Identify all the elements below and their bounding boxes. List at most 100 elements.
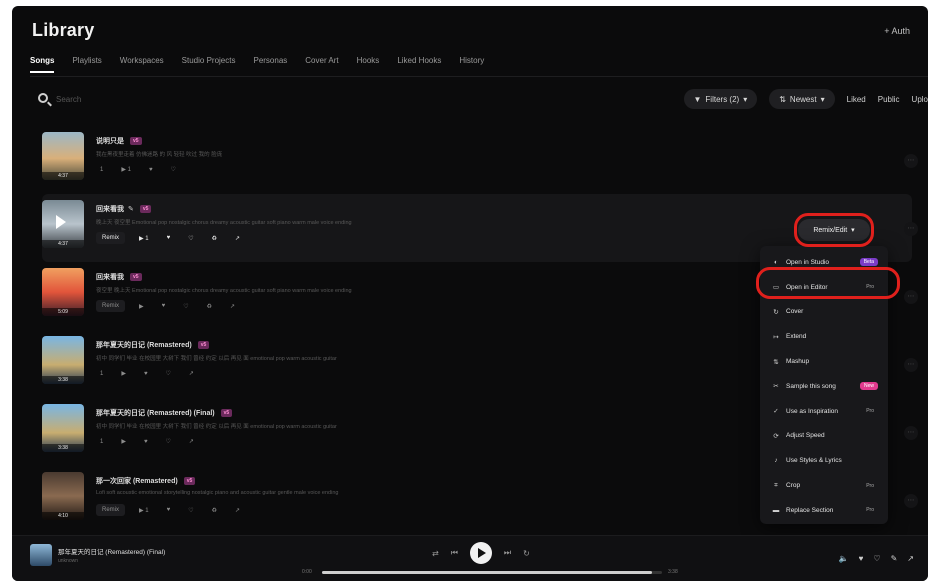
song-action-2[interactable]: ♥ [163, 233, 175, 243]
song-action-3[interactable]: ♡ [184, 505, 197, 516]
song-action-5[interactable]: ↗ [231, 233, 244, 244]
song-row[interactable]: 4:37 说明只是 v5 我在黑夜里走着 仿佛迷路 的 风 轻轻 吹过 我的 脸庞 1 ▶… [42, 126, 918, 194]
volume-icon[interactable]: 🔈 [839, 554, 849, 563]
song-action-1[interactable]: ▶ [135, 301, 148, 312]
more-options-icon[interactable]: ⋯ [904, 222, 918, 236]
song-cover[interactable]: 5:09 [42, 268, 84, 316]
song-action-3[interactable]: ♡ [167, 164, 180, 175]
menu-item-crop[interactable]: ⌗ Crop Pro [760, 473, 888, 498]
menu-item-tag: Pro [866, 507, 874, 514]
dislike-icon[interactable]: ♡ [873, 554, 880, 563]
song-action-3[interactable]: ♡ [179, 301, 192, 312]
comment-icon[interactable]: ✎ [891, 554, 898, 563]
auth-button[interactable]: + Auth [884, 26, 910, 36]
song-action-2[interactable]: ♥ [163, 505, 175, 515]
next-icon[interactable]: ⏭ [504, 548, 511, 558]
menu-item-mashup[interactable]: ⇅ Mashup [760, 349, 888, 374]
menu-item-styles[interactable]: ♪ Use Styles & Lyrics [760, 448, 888, 473]
song-action-4[interactable]: ↗ [185, 368, 198, 379]
now-playing-title[interactable]: 那年夏天的日记 (Remastered) (Final) [58, 546, 165, 556]
song-action-4[interactable]: ↗ [185, 436, 198, 447]
more-options-icon[interactable]: ⋯ [904, 358, 918, 372]
playback-controls: ⇄ ⏮ ⏭ ↻ [432, 542, 530, 564]
play-overlay-icon[interactable] [56, 215, 66, 229]
song-action-0[interactable]: Remix [96, 232, 126, 244]
song-action-0[interactable]: 1 [96, 437, 107, 447]
tab-2[interactable]: Workspaces [120, 56, 164, 73]
progress-bar[interactable] [322, 571, 662, 574]
song-action-2[interactable]: ♥ [158, 301, 170, 311]
song-action-0[interactable]: Remix [96, 300, 126, 312]
menu-item-label: Adjust Speed [786, 432, 825, 440]
song-action-1[interactable]: ▶ 1 [135, 233, 153, 244]
tab-5[interactable]: Cover Art [305, 56, 338, 73]
song-title[interactable]: 说明只是 [96, 138, 124, 145]
like-icon[interactable]: ♥ [859, 554, 864, 563]
tab-4[interactable]: Personas [253, 56, 287, 73]
filter-uploads[interactable]: Uplo [912, 95, 928, 104]
song-action-0[interactable]: 1 [96, 165, 107, 175]
play-button[interactable] [469, 542, 492, 564]
song-title[interactable]: 回来看我 [96, 206, 124, 213]
song-title[interactable]: 回来看我 [96, 274, 124, 281]
song-action-5[interactable]: ↗ [226, 301, 239, 312]
song-action-1[interactable]: ▶ 1 [135, 505, 153, 516]
tab-3[interactable]: Studio Projects [182, 56, 236, 73]
song-cover[interactable]: 4:37 [42, 200, 84, 248]
menu-item-sample[interactable]: ✂ Sample this song New [760, 374, 888, 399]
more-options-icon[interactable]: ⋯ [904, 154, 918, 168]
filter-public[interactable]: Public [878, 95, 900, 104]
menu-item-replace[interactable]: ▬ Replace Section Pro [760, 498, 888, 523]
song-duration: 4:37 [42, 240, 84, 248]
song-action-3[interactable]: ♡ [184, 233, 197, 244]
song-action-5[interactable]: ↗ [231, 505, 244, 516]
song-action-3[interactable]: ♡ [162, 436, 175, 447]
song-cover[interactable]: 4:37 [42, 132, 84, 180]
song-title[interactable]: 那年夏天的日记 (Remastered) [96, 342, 192, 349]
song-action-1[interactable]: ▶ 1 [117, 164, 135, 175]
tab-1[interactable]: Playlists [72, 56, 101, 73]
song-title[interactable]: 那年夏天的日记 (Remastered) (Final) [96, 410, 215, 417]
menu-item-cover[interactable]: ↻ Cover [760, 300, 888, 325]
song-action-1[interactable]: ▶ [117, 436, 130, 447]
more-options-icon[interactable]: ⋯ [904, 290, 918, 304]
tab-0[interactable]: Songs [30, 56, 55, 73]
now-playing-cover[interactable] [30, 544, 52, 566]
song-action-2[interactable]: ♥ [145, 165, 157, 175]
tab-6[interactable]: Hooks [357, 56, 380, 73]
search-input[interactable] [56, 91, 256, 107]
edit-title-icon[interactable]: ✎ [128, 205, 134, 213]
menu-item-speed[interactable]: ⟳ Adjust Speed [760, 424, 888, 449]
previous-icon[interactable]: ⏮ [451, 548, 458, 558]
filter-liked[interactable]: Liked [847, 95, 866, 104]
song-cover[interactable]: 3:38 [42, 336, 84, 384]
song-action-2[interactable]: ♥ [140, 369, 152, 379]
share-icon[interactable]: ↗ [907, 554, 914, 563]
song-cover[interactable]: 3:38 [42, 404, 84, 452]
song-action-0[interactable]: 1 [96, 369, 107, 379]
song-cover[interactable]: 4:10 [42, 472, 84, 520]
menu-item-extend[interactable]: ↦ Extend [760, 324, 888, 349]
filters-button[interactable]: ▼ Filters (2) ▾ [683, 89, 758, 109]
song-action-4[interactable]: ♻ [208, 233, 221, 244]
shuffle-icon[interactable]: ⇄ [432, 549, 439, 558]
more-options-icon[interactable]: ⋯ [904, 494, 918, 508]
menu-item-studio[interactable]: ◐ Open in Studio Beta [760, 250, 888, 275]
tab-7[interactable]: Liked Hooks [397, 56, 441, 73]
now-playing-artist[interactable]: unknown [58, 558, 78, 564]
song-action-1[interactable]: ▶ [117, 368, 130, 379]
song-action-4[interactable]: ♻ [208, 505, 221, 516]
remix-edit-button[interactable]: Remix/Edit ▾ [798, 219, 870, 241]
song-action-3[interactable]: ♡ [162, 368, 175, 379]
repeat-icon[interactable]: ↻ [523, 549, 530, 558]
app-window: Library + Auth Songs Playlists Workspaces S… [12, 6, 928, 581]
song-action-4[interactable]: ♻ [203, 301, 216, 312]
song-title[interactable]: 那一次回家 (Remastered) [96, 478, 178, 485]
menu-item-editor[interactable]: ▭ Open in Editor Pro [760, 275, 888, 300]
more-options-icon[interactable]: ⋯ [904, 426, 918, 440]
menu-item-inspiration[interactable]: ✓ Use as Inspiration Pro [760, 399, 888, 424]
song-action-2[interactable]: ♥ [140, 437, 152, 447]
sort-button[interactable]: ⇅ Newest ▾ [769, 89, 835, 109]
tab-8[interactable]: History [459, 56, 484, 73]
song-action-0[interactable]: Remix [96, 504, 126, 516]
